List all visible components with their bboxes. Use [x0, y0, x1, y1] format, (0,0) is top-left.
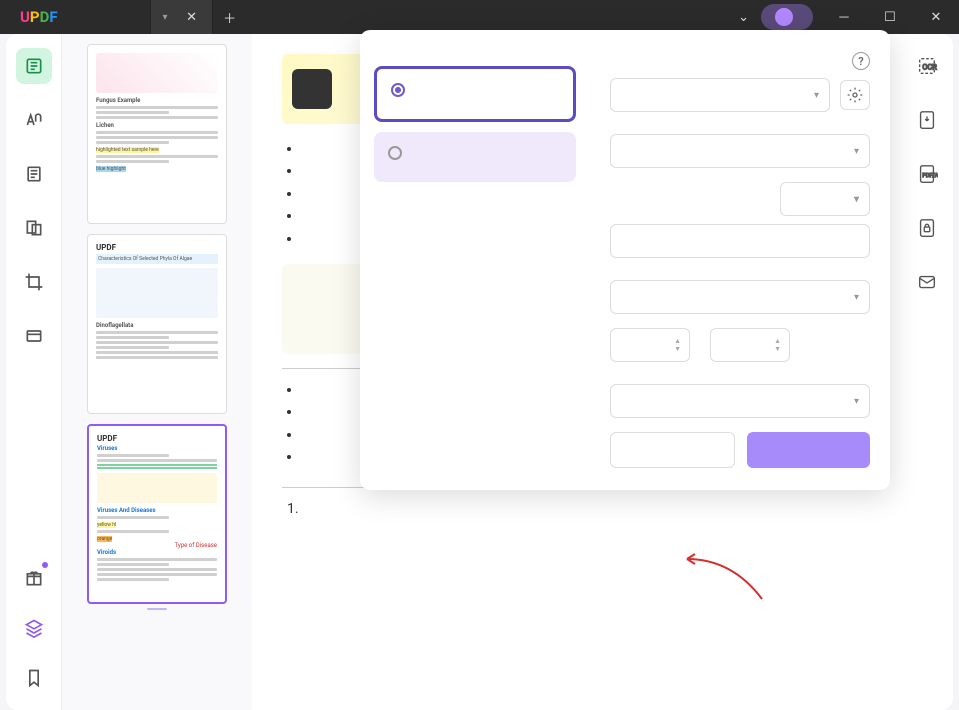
page-range-select[interactable]: ▾ [610, 280, 870, 314]
left-tool-rail [6, 34, 62, 710]
svg-text:OCR: OCR [922, 63, 937, 72]
share-icon[interactable] [909, 264, 945, 300]
close-icon[interactable]: ✕ [184, 9, 200, 25]
spinner-down-icon[interactable]: ▼ [774, 346, 781, 353]
page-to-input[interactable]: ▲▼ [710, 328, 790, 362]
bookmark-icon[interactable] [16, 660, 52, 696]
help-icon[interactable]: ? [852, 52, 870, 70]
ocr-panel: ? ▾ ▾ ▾ ▾ [360, 30, 890, 490]
menu-help[interactable] [114, 0, 150, 34]
maximize-button[interactable]: ☐ [867, 0, 913, 34]
add-tab-button[interactable]: ＋ [213, 8, 247, 27]
user-avatar-initial [775, 8, 793, 26]
chevron-down-icon: ▾ [854, 396, 859, 407]
spinner-up-icon[interactable]: ▲ [774, 338, 781, 345]
export-icon[interactable] [909, 102, 945, 138]
resolution-select[interactable]: ▾ [780, 182, 870, 216]
layers-icon[interactable] [16, 610, 52, 646]
thumb-page-3[interactable]: Fungus Example Lichen highlighted text s… [82, 44, 232, 228]
menu-file[interactable] [78, 0, 114, 34]
thumb-page-5[interactable]: UPDF Viruses Viruses And Diseases yellow… [82, 424, 232, 610]
radio-checked-icon [391, 83, 405, 97]
crop-tool-icon[interactable] [16, 264, 52, 300]
layout-select[interactable]: ▾ [610, 78, 830, 112]
ocr-icon[interactable]: OCR [909, 48, 945, 84]
thumbnails-panel: Fungus Example Lichen highlighted text s… [62, 34, 252, 710]
right-tool-rail: OCR PDF/A [901, 34, 953, 710]
document-tab[interactable]: ▾ ✕ [150, 0, 213, 34]
svg-text:PDF/A: PDF/A [922, 173, 938, 179]
image-only-pdf-option[interactable] [374, 132, 576, 182]
spinner-up-icon[interactable]: ▲ [674, 338, 681, 345]
chevron-down-icon: ▾ [814, 90, 819, 101]
tab-dropdown-icon[interactable]: ▾ [163, 12, 168, 23]
ocr-document-type-section [360, 30, 590, 490]
thumb-number [147, 608, 167, 610]
radio-unchecked-icon [388, 146, 402, 160]
titlebar: UPDF ▾ ✕ ＋ ⌄ ─ ☐ ✕ [0, 0, 959, 34]
list-item [302, 498, 871, 520]
spinner-down-icon[interactable]: ▼ [674, 346, 681, 353]
redact-tool-icon[interactable] [16, 318, 52, 354]
detect-resolution-button[interactable] [610, 224, 870, 258]
thumb-page-4[interactable]: UPDF Characteristics Of Selected Phyla O… [82, 234, 232, 418]
chevron-down-icon: ▾ [854, 146, 859, 157]
pdfa-icon[interactable]: PDF/A [909, 156, 945, 192]
app-logo: UPDF [0, 8, 78, 26]
language-select[interactable]: ▾ [610, 134, 870, 168]
chevron-down-icon: ▾ [854, 194, 859, 205]
edit-tool-icon[interactable] [16, 156, 52, 192]
perform-ocr-button[interactable] [747, 432, 870, 468]
annotation-arrow [682, 549, 772, 609]
page-from-input[interactable]: ▲▼ [610, 328, 690, 362]
odd-even-select[interactable]: ▾ [610, 384, 870, 418]
chevron-down-icon[interactable]: ⌄ [738, 10, 749, 25]
thumbnails-tool-icon[interactable] [16, 48, 52, 84]
minimize-button[interactable]: ─ [821, 0, 867, 34]
chevron-down-icon: ▾ [854, 292, 859, 303]
protect-icon[interactable] [909, 210, 945, 246]
searchable-pdf-option[interactable] [374, 66, 576, 122]
gear-icon[interactable] [840, 80, 870, 110]
cancel-button[interactable] [610, 432, 735, 468]
ocr-settings-section: ? ▾ ▾ ▾ ▾ [590, 30, 890, 490]
gift-icon[interactable] [16, 560, 52, 596]
comment-tool-icon[interactable] [16, 102, 52, 138]
upgrade-button[interactable] [761, 4, 813, 30]
close-window-button[interactable]: ✕ [913, 0, 959, 34]
organize-tool-icon[interactable] [16, 210, 52, 246]
